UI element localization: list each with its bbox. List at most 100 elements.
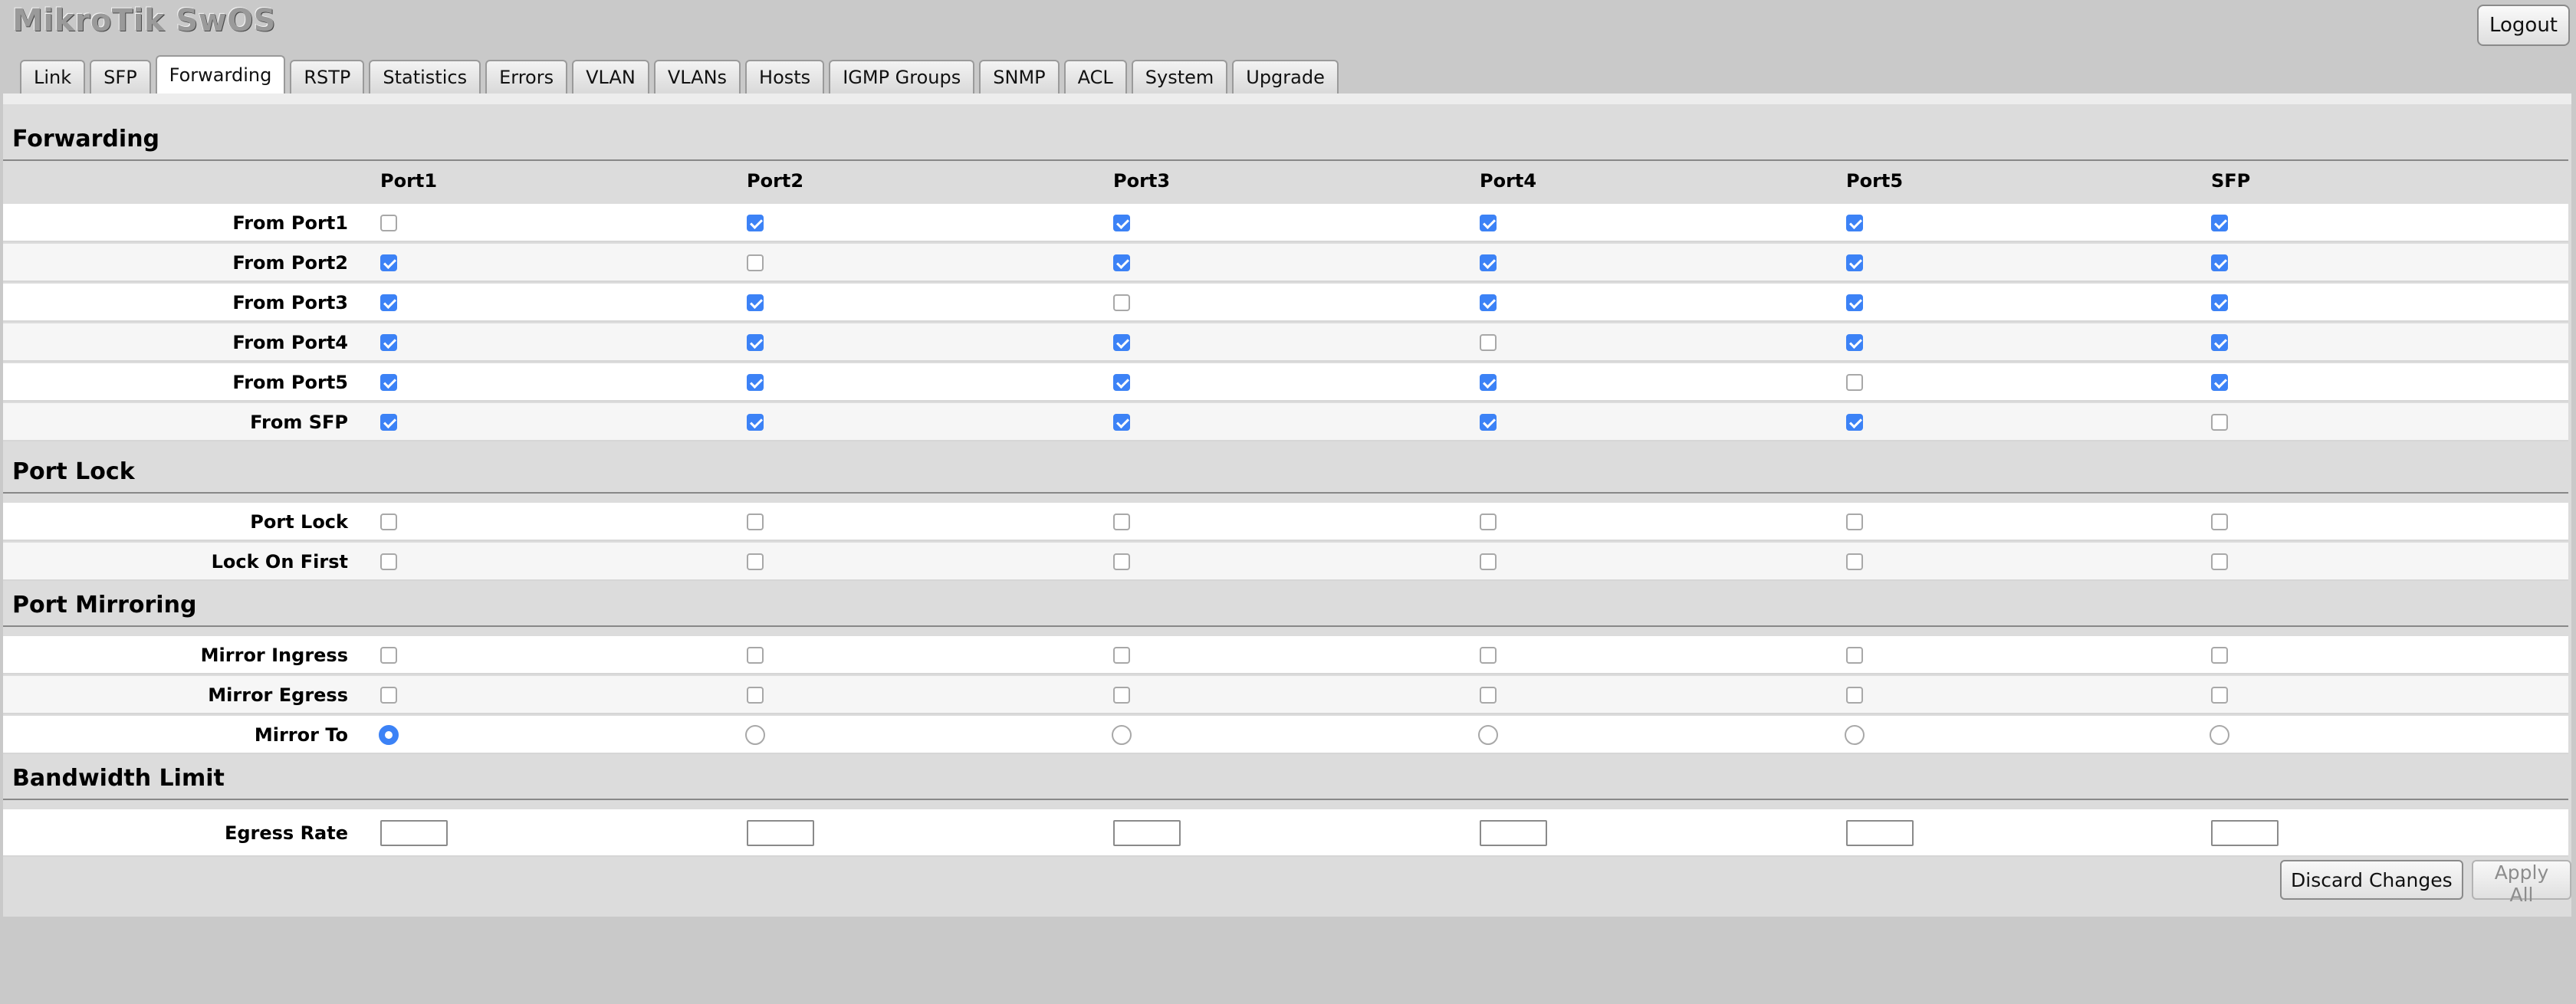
checkbox-port2[interactable] (747, 647, 764, 664)
checkbox-port4[interactable] (1480, 374, 1497, 391)
checkbox-port5[interactable] (1846, 215, 1863, 231)
checkbox-port5[interactable] (1846, 687, 1863, 704)
checkbox-port4[interactable] (1480, 553, 1497, 570)
checkbox-port1[interactable] (380, 254, 397, 271)
checkbox-port3[interactable] (1113, 647, 1130, 664)
checkbox-port3[interactable] (1113, 687, 1130, 704)
tab-statistics[interactable]: Statistics (369, 60, 481, 94)
checkbox-sfp[interactable] (2211, 553, 2228, 570)
checkbox-port1[interactable] (380, 513, 397, 530)
mirror-to-radio-port1[interactable] (379, 725, 399, 745)
mirror-to-radio-port4[interactable] (1478, 725, 1498, 745)
checkbox-sfp[interactable] (2211, 215, 2228, 231)
tab-rstp[interactable]: RSTP (290, 60, 365, 94)
checkbox-port2[interactable] (747, 215, 764, 231)
checkbox-cell (1113, 543, 1130, 581)
checkbox-port1[interactable] (380, 687, 397, 704)
checkbox-cell (1846, 363, 1863, 402)
tab-snmp[interactable]: SNMP (979, 60, 1060, 94)
tab-link[interactable]: Link (20, 60, 86, 94)
checkbox-port4[interactable] (1480, 294, 1497, 311)
checkbox-port2[interactable] (747, 374, 764, 391)
checkbox-port4[interactable] (1480, 687, 1497, 704)
tab-igmp-groups[interactable]: IGMP Groups (829, 60, 975, 94)
checkbox-port5[interactable] (1846, 294, 1863, 311)
logout-button[interactable]: Logout (2476, 5, 2570, 46)
tab-system[interactable]: System (1131, 60, 1228, 94)
checkbox-port4[interactable] (1480, 513, 1497, 530)
row-label: From SFP (250, 412, 348, 433)
checkbox-port1[interactable] (380, 215, 397, 231)
checkbox-sfp[interactable] (2211, 334, 2228, 351)
tab-errors[interactable]: Errors (485, 60, 568, 94)
checkbox-sfp[interactable] (2211, 687, 2228, 704)
egress-rate-input-port2[interactable] (747, 820, 814, 846)
mirror-to-radio-port5[interactable] (1845, 725, 1865, 745)
checkbox-cell (1846, 323, 1863, 362)
checkbox-port4[interactable] (1480, 414, 1497, 431)
egress-rate-input-port5[interactable] (1846, 820, 1914, 846)
egress-rate-input-port1[interactable] (380, 820, 448, 846)
checkbox-port4[interactable] (1480, 647, 1497, 664)
checkbox-port3[interactable] (1113, 553, 1130, 570)
checkbox-port5[interactable] (1846, 254, 1863, 271)
checkbox-port1[interactable] (380, 334, 397, 351)
checkbox-port4[interactable] (1480, 254, 1497, 271)
checkbox-sfp[interactable] (2211, 254, 2228, 271)
egress-rate-input-port4[interactable] (1480, 820, 1547, 846)
checkbox-cell (1480, 323, 1497, 362)
checkbox-cell (1480, 244, 1497, 282)
egress-rate-input-port3[interactable] (1113, 820, 1181, 846)
checkbox-port2[interactable] (747, 687, 764, 704)
checkbox-sfp[interactable] (2211, 374, 2228, 391)
tab-upgrade[interactable]: Upgrade (1232, 60, 1339, 94)
checkbox-port5[interactable] (1846, 414, 1863, 431)
tab-sfp[interactable]: SFP (90, 60, 151, 94)
checkbox-sfp[interactable] (2211, 647, 2228, 664)
checkbox-port3[interactable] (1113, 294, 1130, 311)
checkbox-sfp[interactable] (2211, 513, 2228, 530)
table-row: Lock On First (3, 543, 2568, 581)
tab-hosts[interactable]: Hosts (745, 60, 825, 94)
checkbox-port3[interactable] (1113, 414, 1130, 431)
mirror-to-radio-port3[interactable] (1112, 725, 1132, 745)
rate-cell (1480, 809, 1547, 857)
checkbox-port2[interactable] (747, 414, 764, 431)
row-label: From Port1 (232, 212, 348, 234)
apply-all-button[interactable]: Apply All (2472, 860, 2571, 906)
checkbox-port2[interactable] (747, 334, 764, 351)
checkbox-port4[interactable] (1480, 334, 1497, 351)
checkbox-port3[interactable] (1113, 254, 1130, 271)
checkbox-port2[interactable] (747, 294, 764, 311)
checkbox-port3[interactable] (1113, 513, 1130, 530)
checkbox-port5[interactable] (1846, 553, 1863, 570)
checkbox-port1[interactable] (380, 374, 397, 391)
tab-forwarding[interactable]: Forwarding (155, 55, 286, 94)
discard-changes-button[interactable]: Discard Changes (2280, 860, 2463, 900)
checkbox-port1[interactable] (380, 294, 397, 311)
checkbox-port2[interactable] (747, 553, 764, 570)
checkbox-port2[interactable] (747, 513, 764, 530)
egress-rate-input-sfp[interactable] (2211, 820, 2279, 846)
checkbox-port5[interactable] (1846, 374, 1863, 391)
checkbox-port3[interactable] (1113, 215, 1130, 231)
checkbox-port1[interactable] (380, 553, 397, 570)
checkbox-sfp[interactable] (2211, 414, 2228, 431)
checkbox-port2[interactable] (747, 254, 764, 271)
checkbox-port1[interactable] (380, 414, 397, 431)
mirror-to-radio-sfp[interactable] (2210, 725, 2229, 745)
checkbox-port3[interactable] (1113, 334, 1130, 351)
tab-acl[interactable]: ACL (1063, 60, 1127, 94)
tab-vlans[interactable]: VLANs (653, 60, 741, 94)
checkbox-port5[interactable] (1846, 334, 1863, 351)
mirror-to-radio-port2[interactable] (745, 725, 765, 745)
checkbox-sfp[interactable] (2211, 294, 2228, 311)
checkbox-port3[interactable] (1113, 374, 1130, 391)
checkbox-port5[interactable] (1846, 513, 1863, 530)
tab-vlan[interactable]: VLAN (572, 60, 649, 94)
checkbox-cell (1480, 403, 1497, 441)
checkbox-cell (2211, 676, 2228, 714)
checkbox-port1[interactable] (380, 647, 397, 664)
checkbox-port4[interactable] (1480, 215, 1497, 231)
checkbox-port5[interactable] (1846, 647, 1863, 664)
